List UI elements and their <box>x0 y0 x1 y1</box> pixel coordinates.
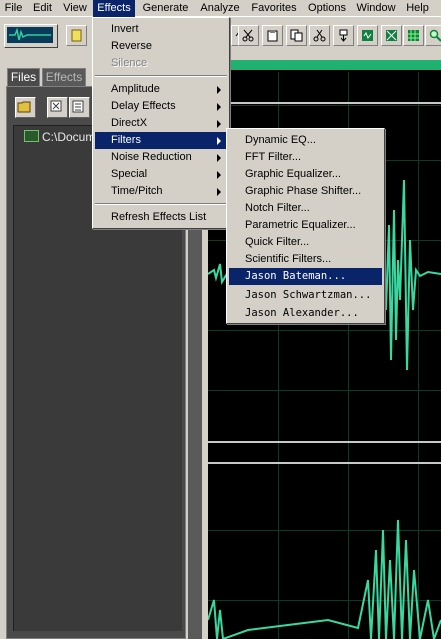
menu-item-dynamic-eq[interactable]: Dynamic EQ... <box>229 132 382 149</box>
menu-options[interactable]: Options <box>303 0 351 17</box>
menu-view[interactable]: View <box>58 0 92 17</box>
menu-window[interactable]: Window <box>351 0 401 17</box>
submenu-arrow-icon <box>217 188 221 196</box>
submenu-arrow-icon <box>217 86 221 94</box>
documents-icon <box>290 29 303 42</box>
menu-item-special[interactable]: Special <box>95 166 227 183</box>
menu-analyze[interactable]: Analyze <box>195 0 245 17</box>
search-button[interactable] <box>425 25 441 46</box>
menu-item-silence: Silence <box>111 57 148 69</box>
scissors-button[interactable] <box>238 25 259 46</box>
paste-new-button[interactable] <box>286 25 307 46</box>
menu-separator <box>95 75 227 77</box>
menu-item-noise-reduction[interactable]: Noise Reduction <box>95 149 227 166</box>
menu-item-directx[interactable]: DirectX <box>95 115 227 132</box>
multitrack-view-button[interactable] <box>4 24 58 48</box>
menu-item-reverse[interactable]: Reverse <box>95 38 227 55</box>
menu-item-notch-filter[interactable]: Notch Filter... <box>229 200 382 217</box>
menu-item-jason-bateman[interactable]: Jason Bateman... <box>229 268 382 285</box>
menu-edit[interactable]: Edit <box>27 0 58 17</box>
submenu-arrow-icon <box>217 137 221 145</box>
clipboard-icon <box>267 30 278 42</box>
menu-item-jason-schwartzman[interactable]: Jason Schwartzman... <box>229 287 382 304</box>
menu-item-graphic-equalizer[interactable]: Graphic Equalizer... <box>229 166 382 183</box>
scissors-icon <box>242 29 254 42</box>
close-file-icon <box>50 100 62 112</box>
import-button[interactable] <box>69 97 90 118</box>
menu-favorites[interactable]: Favorites <box>245 0 303 17</box>
menu-item-time-pitch[interactable]: Time/Pitch <box>95 183 227 200</box>
menu-separator <box>95 203 227 205</box>
crossfade-button[interactable] <box>381 25 402 46</box>
submenu-arrow-icon <box>217 120 221 128</box>
menu-item-fft-filter[interactable]: FFT Filter... <box>229 149 382 166</box>
grid-icon <box>408 30 419 41</box>
cut-button[interactable] <box>309 25 330 46</box>
folder-icon <box>17 101 31 113</box>
cut-icon <box>313 29 326 42</box>
mix-icon <box>362 30 373 41</box>
trim-button[interactable] <box>333 25 354 46</box>
menu-generate[interactable]: Generate <box>137 0 194 17</box>
insert-button[interactable] <box>403 25 424 46</box>
menu-file[interactable]: File <box>0 0 27 17</box>
menu-item-jason-alexander[interactable]: Jason Alexander... <box>229 305 382 322</box>
audio-file-icon <box>24 130 39 142</box>
menu-item-filters[interactable]: Filters <box>95 132 227 149</box>
menu-help[interactable]: Help <box>401 0 434 17</box>
menu-item-invert[interactable]: Invert <box>95 21 227 38</box>
menu-item-parametric-equalizer[interactable]: Parametric Equalizer... <box>229 217 382 234</box>
tab-effects[interactable]: Effects <box>42 68 86 86</box>
magnify-icon <box>429 29 441 42</box>
mix-paste-button[interactable] <box>357 25 378 46</box>
trim-icon <box>339 29 348 42</box>
menu-effects[interactable]: Effects <box>93 0 135 17</box>
submenu-arrow-icon <box>217 154 221 162</box>
menu-item-amplitude[interactable]: Amplitude <box>95 81 227 98</box>
import-icon <box>72 100 84 113</box>
submenu-arrow-icon <box>217 103 221 111</box>
submenu-arrow-icon <box>217 171 221 179</box>
open-file-button[interactable] <box>15 97 36 118</box>
crossfade-icon <box>386 30 397 41</box>
waveform-view-icon <box>7 27 53 43</box>
filters-submenu: Dynamic EQ... FFT Filter... Graphic Equa… <box>226 128 385 324</box>
menu-item-quick-filter[interactable]: Quick Filter... <box>229 234 382 251</box>
effects-menu: Invert Reverse Silence Amplitude Delay E… <box>92 17 230 229</box>
menu-item-refresh-effects-list[interactable]: Refresh Effects List <box>95 209 227 226</box>
menu-item-delay-effects[interactable]: Delay Effects <box>95 98 227 115</box>
close-file-button[interactable] <box>47 97 68 118</box>
menu-item-graphic-phase-shifter[interactable]: Graphic Phase Shifter... <box>229 183 382 200</box>
menu-item-scientific-filters[interactable]: Scientific Filters... <box>229 251 382 268</box>
tab-files[interactable]: Files <box>7 68 40 86</box>
paste-button[interactable] <box>262 25 283 46</box>
new-file-button[interactable] <box>66 25 87 46</box>
new-file-icon <box>71 29 82 42</box>
menu-bar: File Edit View Effects Generate Analyze … <box>0 0 441 17</box>
